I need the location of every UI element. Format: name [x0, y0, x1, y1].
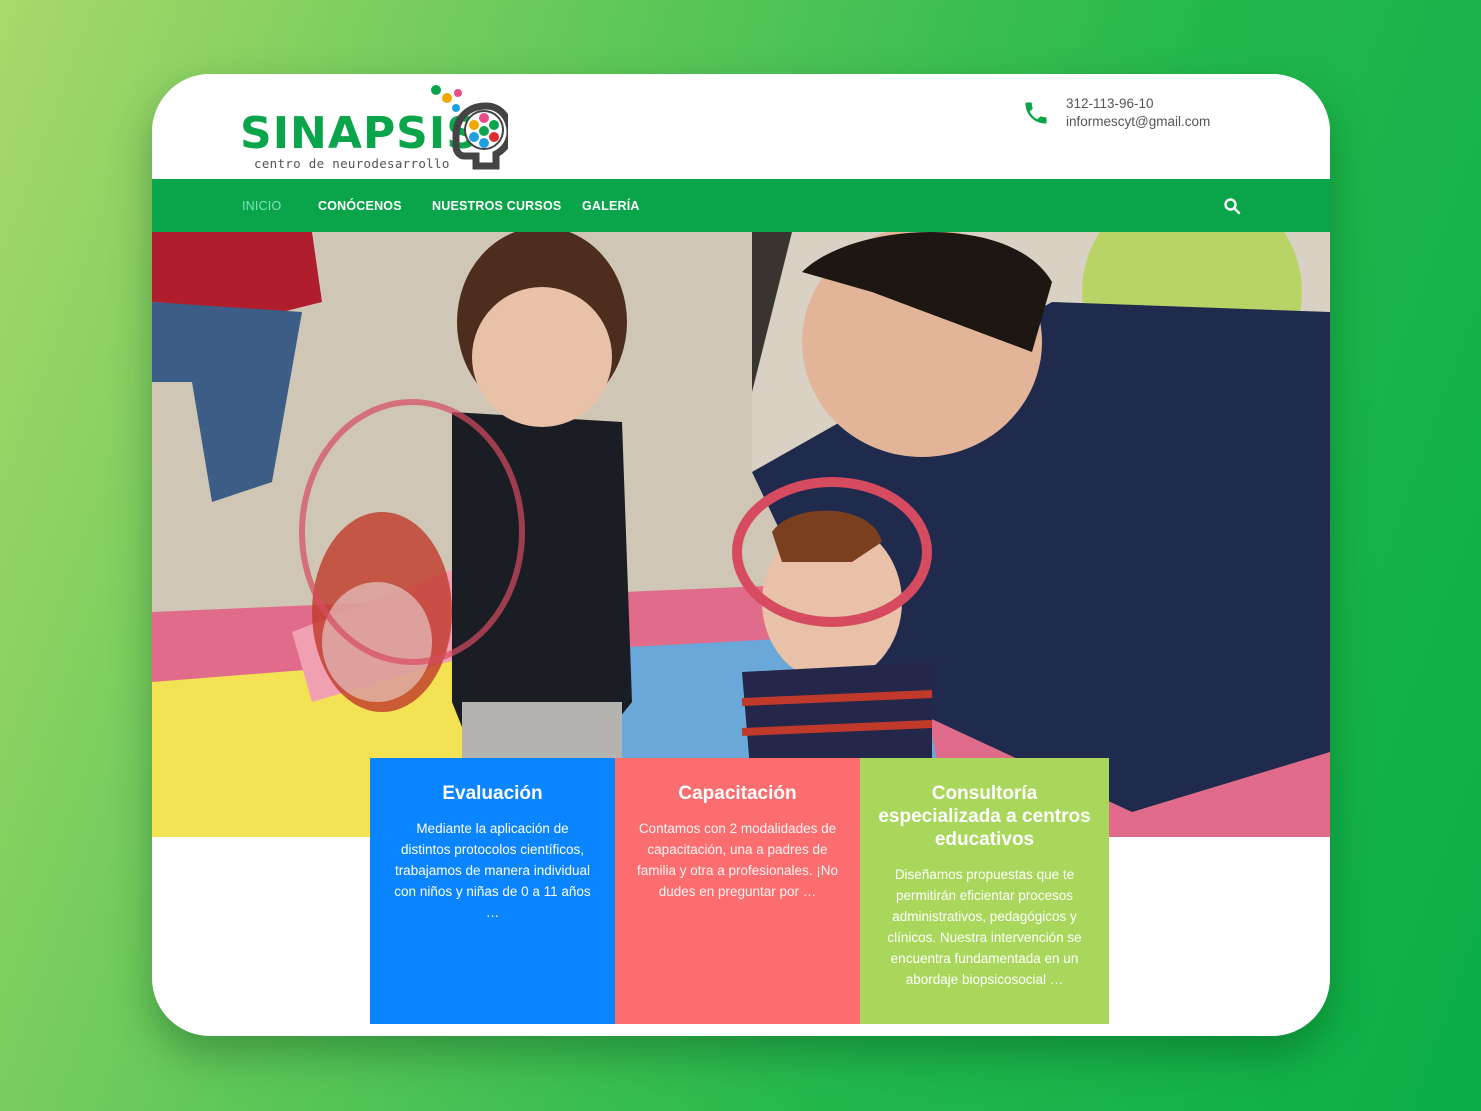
card-title: Consultoría especializada a centros educ… — [878, 783, 1091, 850]
brain-bubbles-icon — [431, 85, 508, 170]
contact-info: 312-113-96-10 informescyt@gmail.com — [1022, 96, 1262, 136]
logo-tagline: centro de neurodesarrollo — [254, 156, 450, 171]
main-navbar: INICIO CONÓCENOS NUESTROS CURSOS GALERÍA — [152, 179, 1330, 232]
site-logo[interactable]: SINAPSIS centro de neurodesarrollo — [240, 84, 510, 174]
hero-image — [152, 232, 1330, 837]
contact-email[interactable]: informescyt@gmail.com — [1066, 114, 1210, 129]
nav-item-inicio[interactable]: INICIO — [242, 199, 281, 213]
card-title: Evaluación — [442, 783, 543, 804]
children-playing-photo — [152, 232, 1330, 837]
contact-phone[interactable]: 312-113-96-10 — [1066, 96, 1154, 111]
card-title: Capacitación — [678, 783, 797, 804]
card-body: Contamos con 2 modalidades de capacitaci… — [636, 821, 839, 899]
search-icon[interactable] — [1223, 197, 1241, 215]
site-header: SINAPSIS centro de neurodesarrollo 312-1… — [152, 74, 1330, 179]
card-evaluacion[interactable]: Evaluación Mediante la aplicación de dis… — [370, 758, 615, 1024]
card-body: Mediante la aplicación de distintos prot… — [394, 821, 591, 920]
card-consultoria[interactable]: Consultoría especializada a centros educ… — [860, 758, 1109, 1024]
phone-icon — [1025, 102, 1047, 124]
card-capacitacion[interactable]: Capacitación Contamos con 2 modalidades … — [615, 758, 860, 1024]
service-cards: Evaluación Mediante la aplicación de dis… — [370, 758, 1109, 1024]
nav-item-nuestros-cursos[interactable]: NUESTROS CURSOS — [432, 199, 561, 213]
nav-item-galeria[interactable]: GALERÍA — [582, 199, 640, 213]
browser-frame: SINAPSIS centro de neurodesarrollo 312-1… — [152, 74, 1330, 1036]
nav-item-conocenos[interactable]: CONÓCENOS — [318, 199, 402, 213]
card-body: Diseñamos propuestas que te permitirán e… — [887, 867, 1082, 987]
